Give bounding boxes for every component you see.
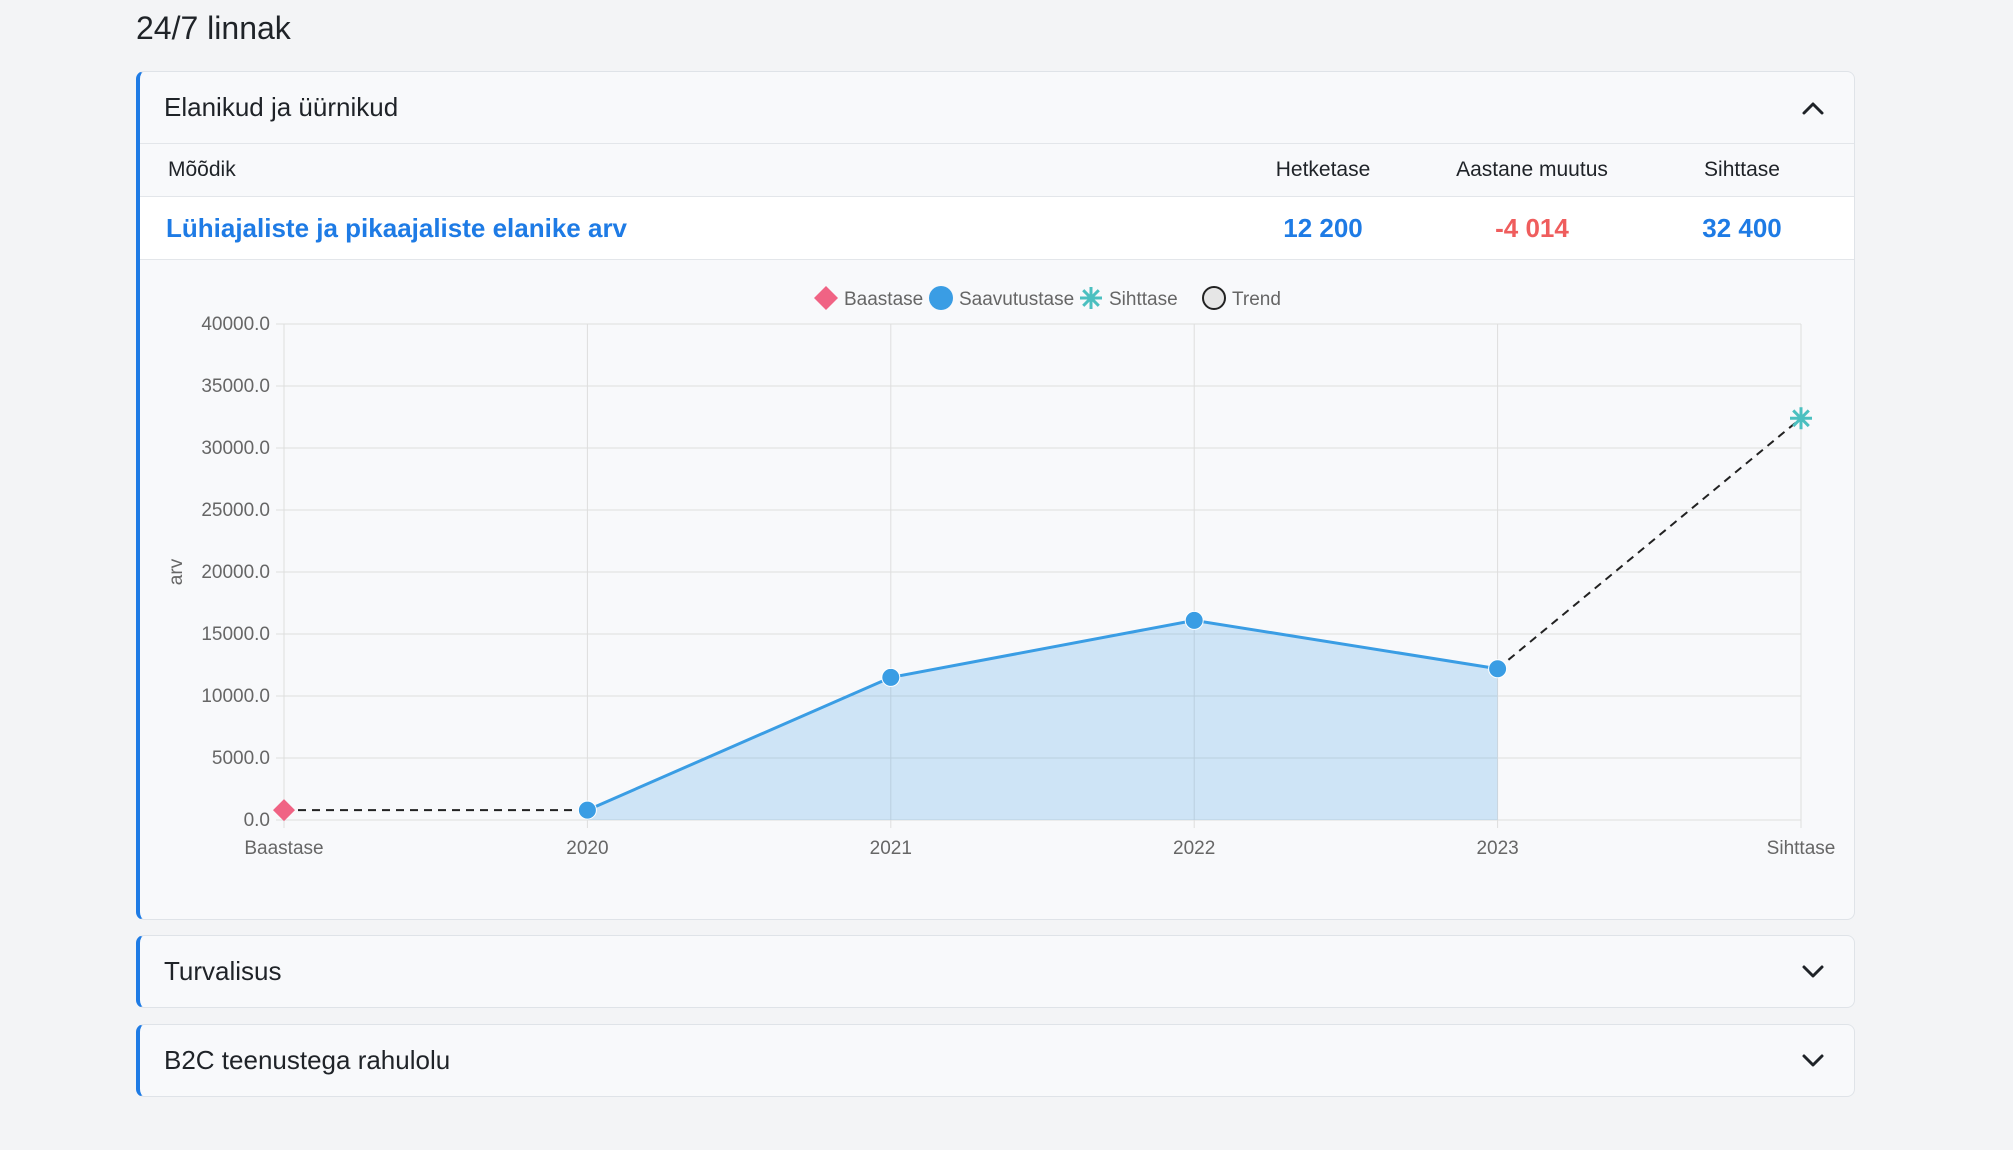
legend-label: Saavutustase xyxy=(959,289,1074,310)
section-title: Turvalisus xyxy=(164,956,282,986)
chevron-up-icon[interactable] xyxy=(1798,93,1828,123)
chevron-down-icon[interactable] xyxy=(1798,957,1828,987)
section-b2c-header[interactable]: B2C teenustega rahulolu xyxy=(140,1025,1854,1096)
section-residents: Elanikud ja üürnikud Mõõdik Hetketase Aa… xyxy=(136,71,1855,920)
y-tick-label: 20000.0 xyxy=(201,562,270,583)
achieved-point xyxy=(1184,610,1204,630)
header-target: Sihttase xyxy=(1704,158,1780,181)
x-tick-label: Baastase xyxy=(244,838,323,859)
section-safety-header[interactable]: Turvalisus xyxy=(140,936,1854,1007)
section-residents-header[interactable]: Elanikud ja üürnikud xyxy=(140,72,1854,143)
achieved-point xyxy=(881,667,901,687)
header-annual-change: Aastane muutus xyxy=(1456,158,1608,181)
y-tick-label: 0.0 xyxy=(244,810,270,831)
x-tick-label: 2023 xyxy=(1476,838,1518,859)
section-safety: Turvalisus xyxy=(136,935,1855,1008)
target-value: 32 400 xyxy=(1702,212,1782,243)
table-row: Lühiajaliste ja pikaajaliste elanike arv… xyxy=(140,197,1854,260)
legend-marker xyxy=(814,286,838,310)
chevron-down-icon[interactable] xyxy=(1798,1046,1828,1076)
page-title: 24/7 linnak xyxy=(136,10,291,46)
legend-label: Trend xyxy=(1232,289,1281,310)
y-axis-label: arv xyxy=(166,558,187,585)
achieved-point xyxy=(577,800,597,820)
x-tick-label: 2020 xyxy=(566,838,608,859)
legend-label: Sihttase xyxy=(1109,289,1178,310)
x-tick-label: Sihttase xyxy=(1767,838,1836,859)
annual-change-value: -4 014 xyxy=(1495,212,1569,243)
legend-marker xyxy=(929,286,953,310)
y-tick-label: 40000.0 xyxy=(201,314,270,335)
metric-chart: 0.0 5000.0 10000.0 15000.0 20000.0 25000.0 300… xyxy=(166,286,1836,859)
y-tick-label: 35000.0 xyxy=(201,376,270,397)
x-tick-label: 2022 xyxy=(1173,838,1215,859)
metric-cell: Lühiajaliste ja pikaajaliste elanike arv xyxy=(166,197,627,259)
metric-link[interactable]: Lühiajaliste ja pikaajaliste elanike arv xyxy=(166,213,627,244)
legend-label: Baastase xyxy=(844,289,923,310)
achieved-point xyxy=(1488,659,1508,679)
y-tick-label: 15000.0 xyxy=(201,624,270,645)
metrics-table-header: Mõõdik Hetketase Aastane muutus Sihttase xyxy=(140,143,1854,197)
y-tick-label: 10000.0 xyxy=(201,686,270,707)
baseline-point xyxy=(273,799,295,822)
header-current: Hetketase xyxy=(1275,158,1371,181)
header-metric: Mõõdik xyxy=(168,158,236,181)
y-tick-label: 5000.0 xyxy=(212,748,270,769)
section-b2c-satisfaction: B2C teenustega rahulolu xyxy=(136,1024,1855,1097)
trend-line-segment xyxy=(1496,417,1802,670)
section-title: Elanikud ja üürnikud xyxy=(164,92,399,122)
y-tick-label: 30000.0 xyxy=(201,438,270,459)
x-tick-label: 2021 xyxy=(870,838,912,859)
current-value: 12 200 xyxy=(1283,212,1363,243)
chart-container: 0.0 5000.0 10000.0 15000.0 20000.0 25000.0 300… xyxy=(140,260,1854,915)
section-title: B2C teenustega rahulolu xyxy=(164,1045,451,1075)
legend-marker xyxy=(1202,286,1226,310)
y-tick-label: 25000.0 xyxy=(201,500,270,521)
